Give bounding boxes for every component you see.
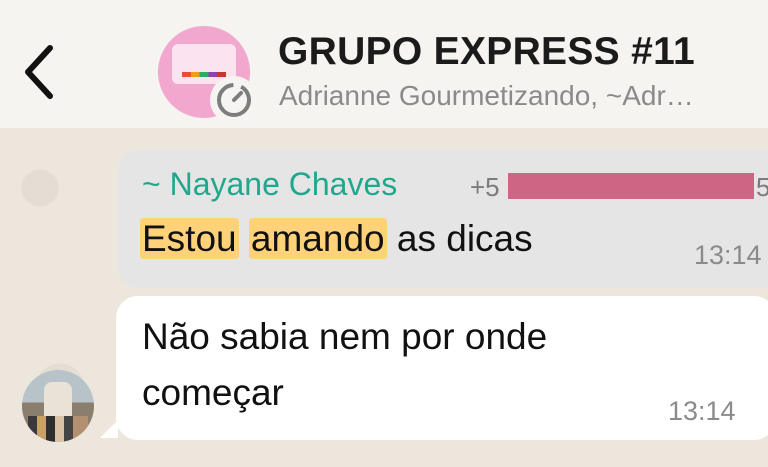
message-text-line: começar (142, 372, 284, 413)
avatar-photo-people (28, 416, 88, 442)
redacted-phone-bar (508, 173, 754, 199)
group-title[interactable]: GRUPO EXPRESS #11 (278, 30, 695, 74)
highlighted-word: Estou (140, 218, 239, 259)
message-text-line: Não sabia nem por onde (142, 316, 548, 357)
highlighted-word: amando (248, 218, 387, 259)
disappearing-timer-icon (210, 76, 258, 124)
bubble-tail (100, 420, 118, 438)
sender-phone-suffix: 5 (756, 172, 768, 202)
message-time: 13:14 (668, 396, 736, 426)
chevron-left-icon (25, 45, 53, 99)
group-members-subtitle[interactable]: Adrianne Gourmetizando, ~Adr… (279, 80, 694, 112)
sender-name[interactable]: ~ Nayane Chaves (142, 166, 397, 203)
back-button[interactable] (18, 40, 62, 104)
message-space (239, 218, 249, 259)
sender-phone-prefix: +5 (470, 172, 500, 202)
message-text-rest: as dicas (386, 218, 533, 259)
sender-avatar[interactable] (22, 370, 94, 442)
message-time: 13:14 (694, 240, 762, 270)
message-text: Estou amando as dicas (140, 214, 533, 264)
chat-header: GRUPO EXPRESS #11 Adrianne Gourmetizando… (0, 0, 768, 128)
